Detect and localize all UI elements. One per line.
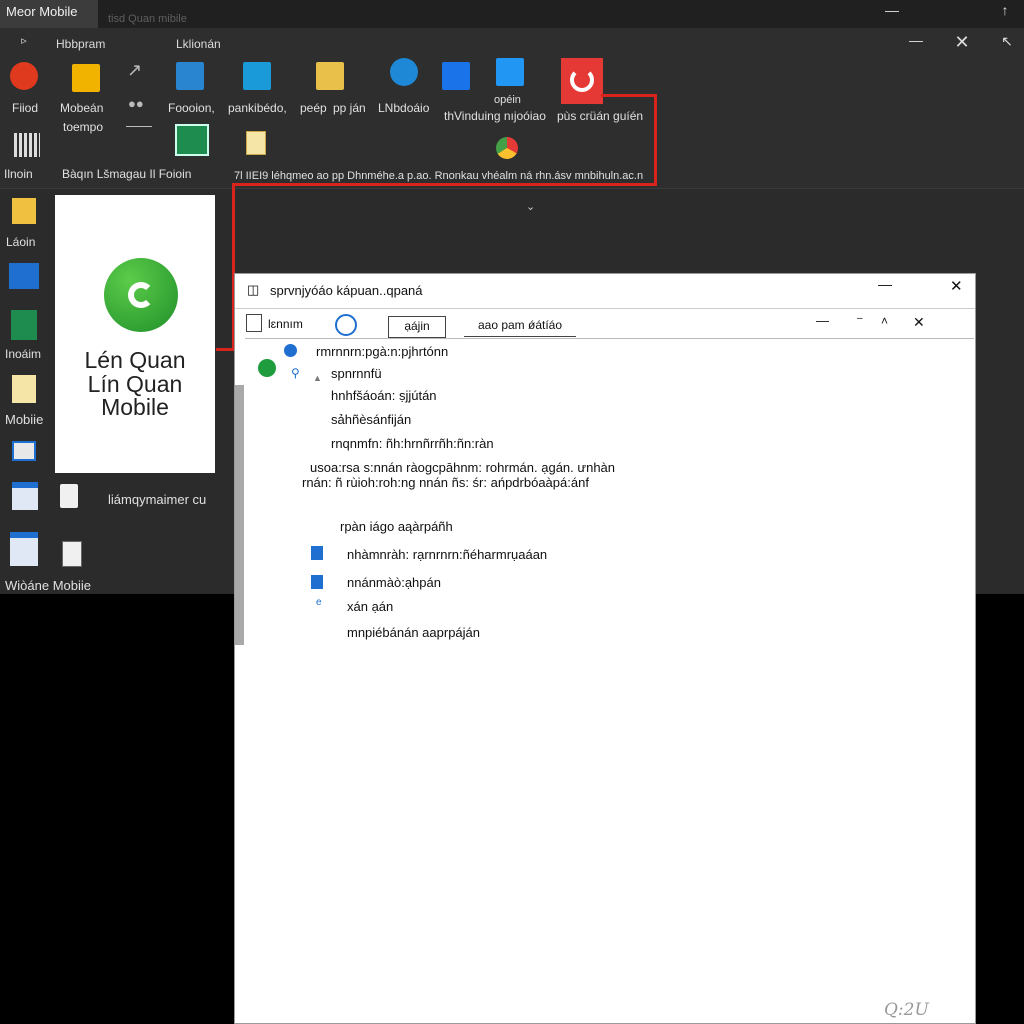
game-app-icon[interactable]: [10, 62, 38, 90]
tree-item[interactable]: sảhñèsánfiján: [331, 412, 411, 427]
people-icon[interactable]: ●●: [128, 96, 144, 111]
small-e-icon: e: [316, 597, 322, 608]
dialog-app-icon: ◫: [247, 282, 260, 297]
up-icon[interactable]: ↑: [993, 2, 1017, 18]
window-title[interactable]: Meor Mobile: [0, 0, 98, 28]
store-icon[interactable]: [9, 263, 39, 289]
spreadsheet-icon-2[interactable]: [11, 310, 37, 340]
folder-blue-icon[interactable]: [442, 62, 470, 90]
app-e-icon[interactable]: [258, 359, 276, 377]
tree-item[interactable]: xán ạán: [347, 599, 393, 614]
close-button[interactable]: ✕: [950, 32, 974, 53]
ribbon-label-9: pùs crüán guíén: [557, 109, 644, 123]
caret-up-icon[interactable]: ↖: [995, 33, 1019, 50]
chevron-down-icon[interactable]: ⌄: [526, 200, 535, 213]
document-icon[interactable]: [316, 62, 344, 90]
divider: [126, 126, 152, 127]
toolbar-field[interactable]: lɛnnım: [268, 317, 303, 331]
promo-title-3: Mobile: [101, 394, 169, 420]
phone-icon[interactable]: [62, 541, 82, 567]
toolbar-button-1[interactable]: ạájin: [388, 316, 446, 338]
ribbon-label-6: pp ján: [333, 101, 366, 115]
dialog-window: [234, 273, 976, 1024]
file-icon: [311, 546, 323, 560]
arrow-tool-icon[interactable]: [176, 62, 204, 90]
notepad-icon[interactable]: [246, 131, 266, 155]
notepad-icon-2[interactable]: [12, 375, 36, 403]
globe-icon: [284, 344, 297, 357]
tree-item[interactable]: rnqnmfn: ñh:hrnñrrñh:ñn:ràn: [331, 436, 494, 451]
ribbon-row2-label-1: Ilnoin: [4, 167, 33, 181]
pane-close-button[interactable]: ✕: [913, 314, 925, 331]
office-app-icon[interactable]: [72, 64, 100, 92]
tree-item[interactable]: nhàmnràh: rạrnrnrn:ñéharmrụaáan: [347, 547, 547, 562]
logo-mark: [128, 282, 154, 308]
minimize-button-2[interactable]: —: [904, 32, 928, 48]
pointer-icon[interactable]: ↗: [127, 60, 142, 81]
tree-item[interactable]: rnán: ñ rùioh:roh:ng nnán ñs: śr: ańpdrb…: [302, 475, 589, 490]
scrollbar[interactable]: [235, 385, 244, 645]
window-icon[interactable]: [12, 482, 38, 510]
chrome-icon[interactable]: [496, 137, 518, 159]
ribbon-label-2: Mobeán: [60, 101, 104, 115]
tree-item[interactable]: hnhfšáoán: ṣjjútán: [331, 388, 437, 403]
desktop-label-3: Mobiie: [5, 412, 44, 427]
monitor-icon[interactable]: [12, 441, 36, 461]
dialog-title: sprvnjyóáo kápuan..qpaná: [270, 283, 423, 298]
pane-minimize-button[interactable]: —: [816, 313, 829, 328]
ribbon-status-text: 7l IIEI9 léhqmeo ao pp Dhnméhe.a p.ao. R…: [234, 170, 644, 182]
tree-item[interactable]: usoa:rsa s:nnán ràogcpāhnm: rohrmán. ạgá…: [310, 460, 615, 475]
minimize-button[interactable]: —: [880, 2, 904, 18]
spreadsheet-icon[interactable]: [175, 124, 209, 156]
menu-item-2[interactable]: Lklionán: [176, 37, 221, 51]
back-icon[interactable]: ▹: [12, 34, 36, 47]
promo-title-2: Lín Quan: [87, 371, 183, 397]
toolbar-button-2[interactable]: aao pam ǿátíáo: [464, 316, 576, 337]
desktop-side-text: liámqymaimer cu: [108, 492, 207, 507]
calculator-icon[interactable]: [10, 532, 38, 566]
desktop-label-2: Inoáim: [5, 347, 42, 361]
desktop-label-4: Wiòáne Mobiie: [5, 578, 91, 593]
promo-title-1: Lén Quan: [84, 347, 186, 373]
dialog-minimize-button[interactable]: —: [878, 276, 892, 292]
promo-card[interactable]: [55, 195, 215, 473]
tree-item[interactable]: nnánmàò:ạhpán: [347, 575, 441, 590]
tree-item[interactable]: rmrnnrn:pgà:n:pjhrtónn: [316, 344, 448, 359]
pane-caret-up-icon[interactable]: ˄: [881, 314, 888, 328]
ribbon-label-5: peép: [300, 101, 327, 115]
toolbar-grid-icon[interactable]: [246, 314, 262, 332]
refresh-icon[interactable]: [335, 314, 357, 336]
file-icon-2: [311, 575, 323, 589]
ribbon-label-7: LNbdoáio: [378, 101, 430, 115]
folder-icon[interactable]: [12, 198, 36, 224]
ribbon-label-2b: toempo: [63, 120, 104, 134]
image-viewer-icon[interactable]: [496, 58, 524, 86]
menu-item-1[interactable]: Hbbpram: [56, 37, 105, 51]
dialog-close-button[interactable]: ✕: [950, 277, 963, 295]
tree-item[interactable]: spnrnnfü: [331, 366, 382, 381]
screen-tool-icon[interactable]: [243, 62, 271, 90]
tree-item[interactable]: rpàn iágo aąàrpáñh: [340, 519, 453, 534]
watermark: Q:2U: [884, 1000, 929, 1020]
barcode-icon[interactable]: [14, 133, 40, 157]
red-spiral-icon[interactable]: [561, 58, 603, 104]
ribbon-label-8: opéin: [494, 94, 521, 106]
search-icon[interactable]: ⚲: [291, 366, 300, 380]
pane-dash-button[interactable]: –: [857, 313, 863, 324]
ribbon-label-3: Foooion,: [168, 101, 215, 115]
toolbar-divider: [245, 338, 974, 339]
edge-icon[interactable]: [390, 58, 418, 86]
expand-arrow-icon[interactable]: ▲: [313, 373, 322, 383]
ribbon-label-1: Fiiod: [12, 101, 39, 115]
desktop-label-1: Láoin: [6, 235, 36, 249]
ribbon-label-8b: thVinduing nıjoóiao: [444, 109, 546, 123]
ribbon-label-4: pankibédo,: [228, 101, 287, 115]
ribbon-row2-label-2: Bàqın Lšmagau Il Foioin: [62, 167, 192, 181]
tree-item[interactable]: mnpiébánán aaprpáján: [347, 625, 480, 640]
bag-icon[interactable]: [60, 484, 78, 508]
